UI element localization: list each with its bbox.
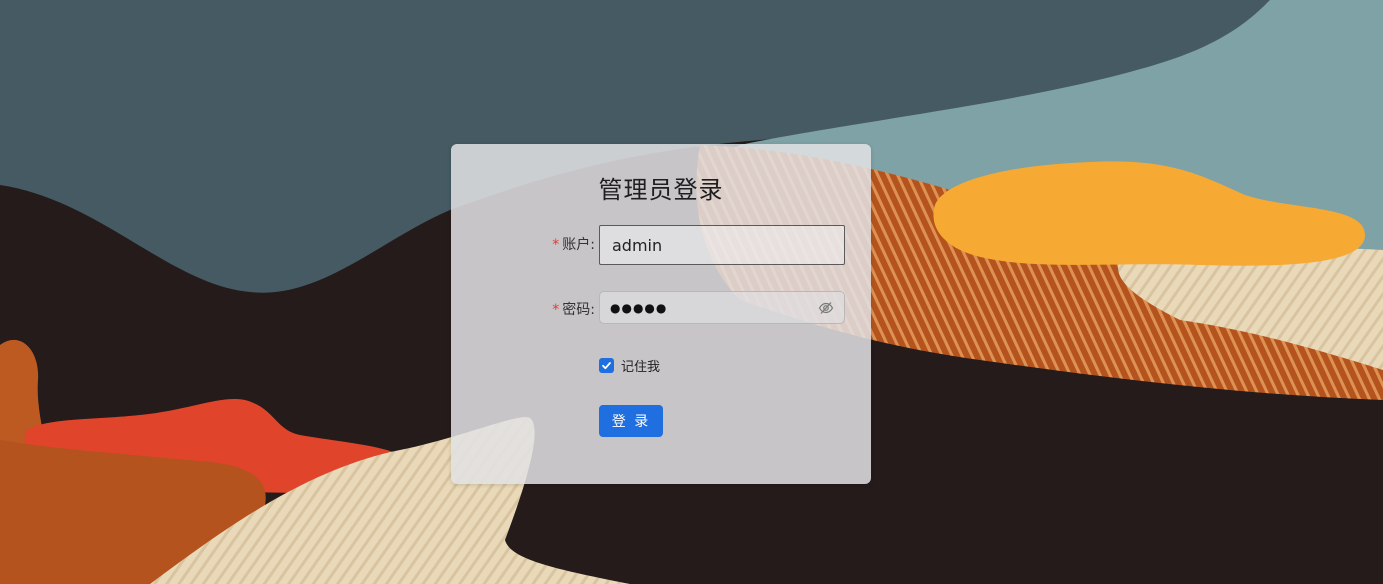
eye-off-icon[interactable] xyxy=(818,300,834,316)
password-input[interactable]: ●●●●● xyxy=(599,291,845,324)
page-title: 管理员登录 xyxy=(598,176,724,204)
remember-me-label: 记住我 xyxy=(621,360,661,375)
account-input[interactable] xyxy=(599,225,845,265)
password-row: * 密码: ●●●●● xyxy=(451,291,871,326)
checkbox-box[interactable] xyxy=(599,358,614,373)
account-label-text: 账户: xyxy=(562,237,595,253)
password-label: * 密码: xyxy=(552,299,595,319)
login-page: 管理员登录 *账户: *密码: ●●●●● xyxy=(0,0,1383,584)
login-button[interactable]: 登 录 xyxy=(599,405,663,437)
login-card: 管理员登录 *账户: *密码: ●●●●● xyxy=(451,144,871,484)
account-label: * 账户: xyxy=(552,234,595,254)
check-icon xyxy=(602,362,611,370)
password-label-text: 密码: xyxy=(562,302,595,318)
password-value: ●●●●● xyxy=(610,300,668,315)
required-mark: * xyxy=(552,237,560,253)
account-row: * 账户: xyxy=(451,225,871,267)
remember-me-checkbox[interactable]: 记住我 xyxy=(599,356,660,375)
required-mark: * xyxy=(552,302,560,318)
